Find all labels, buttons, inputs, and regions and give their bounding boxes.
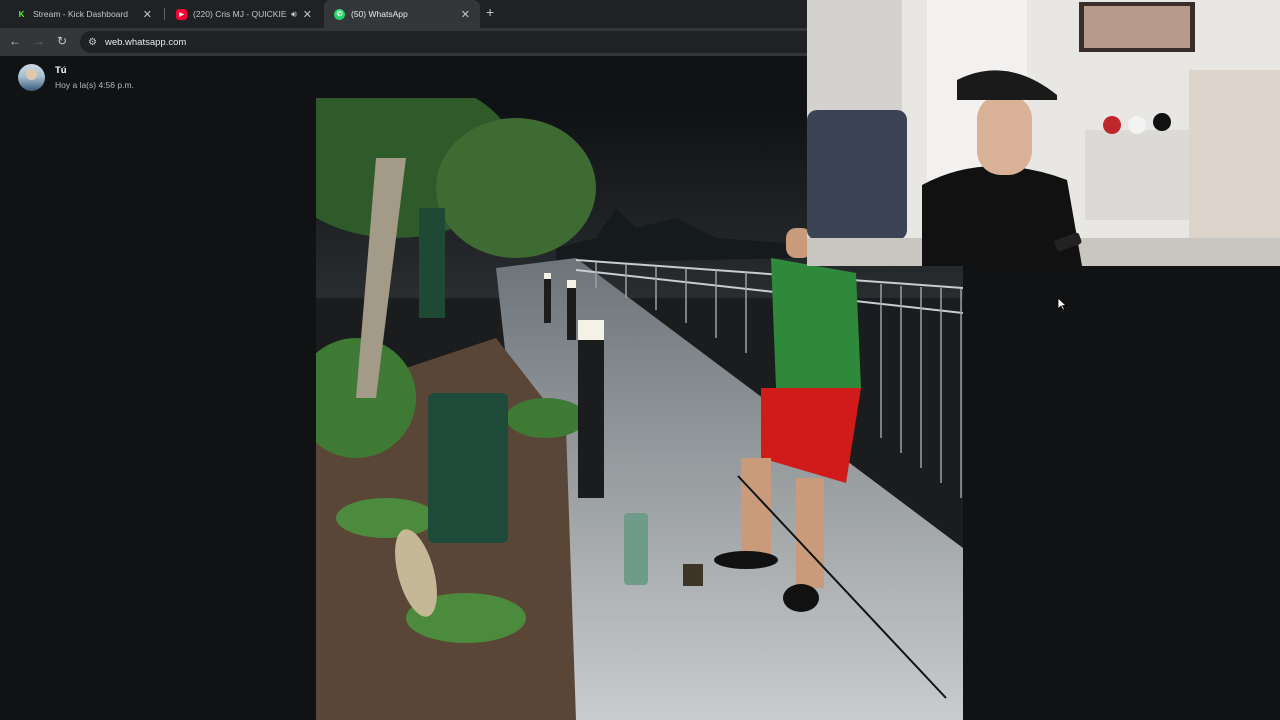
site-settings-icon[interactable]: ⚙ [88, 37, 97, 48]
forward-arrow-icon[interactable]: → [33, 34, 45, 48]
webcam-illustration [807, 0, 1280, 266]
tab-title: (220) Cris MJ - QUICKIE (Vi [193, 9, 287, 19]
close-icon[interactable]: ✕ [143, 8, 152, 21]
close-icon[interactable]: ✕ [461, 8, 470, 21]
speaker-icon[interactable]: 🔊︎ [291, 9, 297, 20]
mouse-cursor-icon [1057, 297, 1067, 311]
message-header [18, 64, 45, 91]
new-tab-button[interactable]: + [486, 4, 494, 20]
screen: K Stream - Kick Dashboard ✕ ▶ (220) Cris… [0, 0, 1280, 720]
tab-title: Stream - Kick Dashboard [33, 9, 128, 19]
url-text: web.whatsapp.com [104, 36, 187, 48]
browser-tab-strip: K Stream - Kick Dashboard ✕ ▶ (220) Cris… [0, 0, 807, 28]
tab-kick-dashboard[interactable]: K Stream - Kick Dashboard ✕ [6, 0, 162, 28]
webcam-overlay [807, 0, 1280, 266]
close-icon[interactable]: ✕ [303, 8, 312, 21]
tab-whatsapp[interactable]: ✆ (50) WhatsApp ✕ [324, 0, 480, 28]
address-bar[interactable]: ⚙ web.whatsapp.com [80, 31, 807, 53]
kick-icon: K [18, 9, 25, 19]
back-arrow-icon[interactable]: ← [9, 34, 21, 48]
browser-toolbar: ← → ↻ ⚙ web.whatsapp.com [0, 28, 807, 56]
whatsapp-icon: ✆ [334, 8, 345, 20]
tab-separator [164, 8, 165, 20]
message-timestamp: Hoy a la(s) 4:56 p.m. [55, 80, 134, 90]
reload-icon[interactable]: ↻ [57, 34, 67, 48]
avatar[interactable] [18, 64, 45, 91]
tab-title: (50) WhatsApp [351, 9, 408, 19]
youtube-icon: ▶ [176, 8, 187, 20]
sender-name: Tú [55, 65, 67, 76]
tab-youtube[interactable]: ▶ (220) Cris MJ - QUICKIE (Vi 🔊︎ ✕ [166, 0, 322, 28]
